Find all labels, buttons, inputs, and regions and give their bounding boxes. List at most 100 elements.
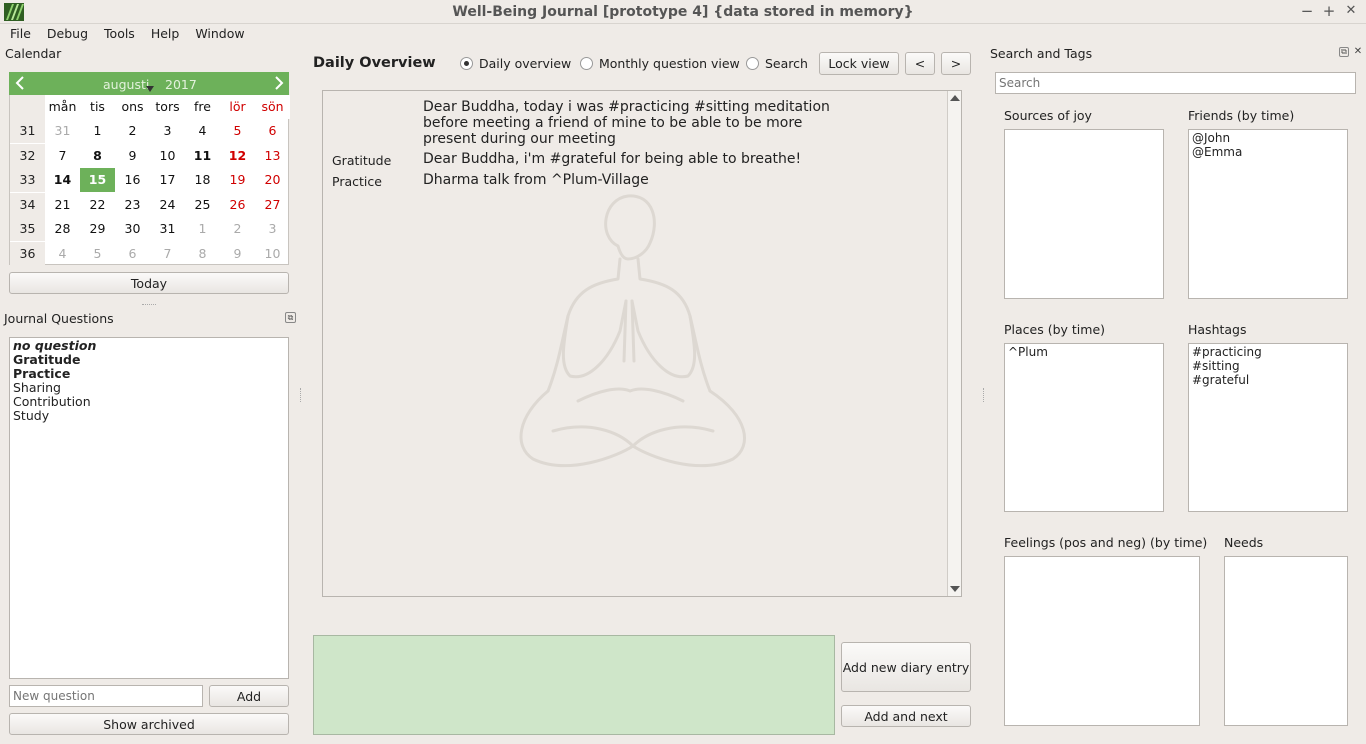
month-dropdown-icon[interactable]	[146, 86, 154, 92]
list-item[interactable]: #grateful	[1189, 373, 1347, 387]
feelings-list[interactable]	[1004, 556, 1200, 726]
calendar-day[interactable]: 2	[220, 217, 255, 241]
calendar-day[interactable]: 8	[185, 242, 220, 266]
calendar-day[interactable]: 31	[150, 217, 185, 241]
calendar-day[interactable]: 14	[45, 168, 80, 192]
calendar-day[interactable]: 10	[255, 242, 290, 266]
menu-tools[interactable]: Tools	[94, 24, 141, 44]
calendar-day[interactable]: 30	[115, 217, 150, 241]
calendar-day[interactable]: 25	[185, 193, 220, 217]
calendar-day[interactable]: 18	[185, 168, 220, 192]
calendar-day[interactable]: 26	[220, 193, 255, 217]
splitter-handle[interactable]	[142, 304, 156, 306]
search-input[interactable]	[995, 72, 1356, 94]
calendar-day[interactable]: 13	[255, 144, 290, 168]
calendar-day[interactable]: 23	[115, 193, 150, 217]
minimize-button[interactable]: −	[1298, 2, 1316, 20]
calendar-day[interactable]: 5	[220, 119, 255, 143]
entry-text[interactable]: Dear Buddha, today i was #practicing #si…	[423, 99, 838, 147]
calendar-day[interactable]: 16	[115, 168, 150, 192]
add-question-button[interactable]: Add	[209, 685, 289, 707]
radio-monthly-icon[interactable]	[580, 57, 593, 70]
list-item[interactable]: Practice	[10, 367, 288, 381]
needs-list[interactable]	[1224, 556, 1348, 726]
new-entry-textarea[interactable]	[313, 635, 835, 735]
calendar-day[interactable]: 17	[150, 168, 185, 192]
scroll-up-icon[interactable]	[950, 94, 960, 102]
list-item[interactable]: @John	[1189, 131, 1347, 145]
menu-window[interactable]: Window	[185, 24, 250, 44]
calendar-month-selector[interactable]: augusti	[103, 77, 149, 92]
calendar-day[interactable]: 29	[80, 217, 115, 241]
diary-entry-row[interactable]: Practice Dharma talk from ^Plum-Village	[323, 172, 943, 189]
calendar-day[interactable]: 27	[255, 193, 290, 217]
friends-list[interactable]: @John @Emma	[1188, 129, 1348, 299]
list-item[interactable]: @Emma	[1189, 145, 1347, 159]
menu-help[interactable]: Help	[141, 24, 186, 44]
calendar-day[interactable]: 15	[80, 168, 115, 192]
radio-daily-icon[interactable]	[460, 57, 473, 70]
close-button[interactable]: ✕	[1342, 2, 1360, 20]
view-option-monthly[interactable]: Monthly question view	[580, 56, 740, 71]
calendar-day[interactable]: 6	[255, 119, 290, 143]
sources-of-joy-list[interactable]	[1004, 129, 1164, 299]
new-question-input[interactable]	[9, 685, 203, 707]
menu-debug[interactable]: Debug	[37, 24, 94, 44]
calendar-day[interactable]: 9	[220, 242, 255, 266]
radio-search-icon[interactable]	[746, 57, 759, 70]
show-archived-button[interactable]: Show archived	[9, 713, 289, 735]
calendar-day[interactable]: 1	[80, 119, 115, 143]
calendar-day[interactable]: 19	[220, 168, 255, 192]
calendar-day[interactable]: 7	[45, 144, 80, 168]
calendar-day[interactable]: 7	[150, 242, 185, 266]
add-and-next-button[interactable]: Add and next	[841, 705, 971, 727]
overview-scrollbar[interactable]	[947, 91, 961, 596]
calendar-day[interactable]: 3	[150, 119, 185, 143]
calendar-day[interactable]: 24	[150, 193, 185, 217]
scroll-down-icon[interactable]	[950, 585, 960, 593]
calendar-day[interactable]: 4	[45, 242, 80, 266]
list-item[interactable]: no question	[10, 339, 288, 353]
list-item[interactable]: Study	[10, 409, 288, 423]
menu-file[interactable]: File	[0, 24, 37, 44]
calendar-day[interactable]: 6	[115, 242, 150, 266]
calendar-day[interactable]: 3	[255, 217, 290, 241]
calendar-day[interactable]: 28	[45, 217, 80, 241]
list-item[interactable]: ^Plum	[1005, 345, 1163, 359]
next-day-button[interactable]: >	[941, 52, 971, 75]
calendar-day[interactable]: 10	[150, 144, 185, 168]
diary-entry-row[interactable]: Gratitude Dear Buddha, i'm #grateful for …	[323, 151, 943, 168]
calendar-day[interactable]: 1	[185, 217, 220, 241]
calendar-day[interactable]: 8	[80, 144, 115, 168]
add-new-diary-entry-button[interactable]: Add new diary entry	[841, 642, 971, 692]
calendar-day[interactable]: 4	[185, 119, 220, 143]
calendar-day[interactable]: 2	[115, 119, 150, 143]
calendar-day[interactable]: 21	[45, 193, 80, 217]
left-splitter-handle[interactable]	[300, 388, 302, 402]
maximize-button[interactable]: +	[1320, 2, 1338, 20]
view-option-search[interactable]: Search	[746, 56, 808, 71]
calendar-year-selector[interactable]: 2017	[165, 77, 197, 92]
calendar-day[interactable]: 9	[115, 144, 150, 168]
lock-view-button[interactable]: Lock view	[819, 52, 899, 75]
list-item[interactable]: Sharing	[10, 381, 288, 395]
places-list[interactable]: ^Plum	[1004, 343, 1164, 512]
previous-day-button[interactable]: <	[905, 52, 935, 75]
right-splitter-handle[interactable]	[983, 388, 985, 402]
daily-overview-panel[interactable]: Dear Buddha, today i was #practicing #si…	[322, 90, 962, 597]
close-panel-icon[interactable]: ✕	[1352, 46, 1364, 58]
undock-icon[interactable]: ⧉	[285, 312, 296, 323]
list-item[interactable]: Gratitude	[10, 353, 288, 367]
calendar-day[interactable]: 22	[80, 193, 115, 217]
list-item[interactable]: #practicing	[1189, 345, 1347, 359]
calendar-day[interactable]: 5	[80, 242, 115, 266]
list-item[interactable]: #sitting	[1189, 359, 1347, 373]
journal-questions-list[interactable]: no question Gratitude Practice Sharing Contr…	[9, 337, 289, 679]
view-option-daily[interactable]: Daily overview	[460, 56, 571, 71]
next-month-icon[interactable]	[271, 75, 287, 91]
undock-panel-icon[interactable]: ⧉	[1339, 47, 1349, 57]
entry-text[interactable]: Dear Buddha, i'm #grateful for being abl…	[423, 151, 838, 168]
hashtags-list[interactable]: #practicing #sitting #grateful	[1188, 343, 1348, 512]
entry-text[interactable]: Dharma talk from ^Plum-Village	[423, 172, 838, 189]
list-item[interactable]: Contribution	[10, 395, 288, 409]
